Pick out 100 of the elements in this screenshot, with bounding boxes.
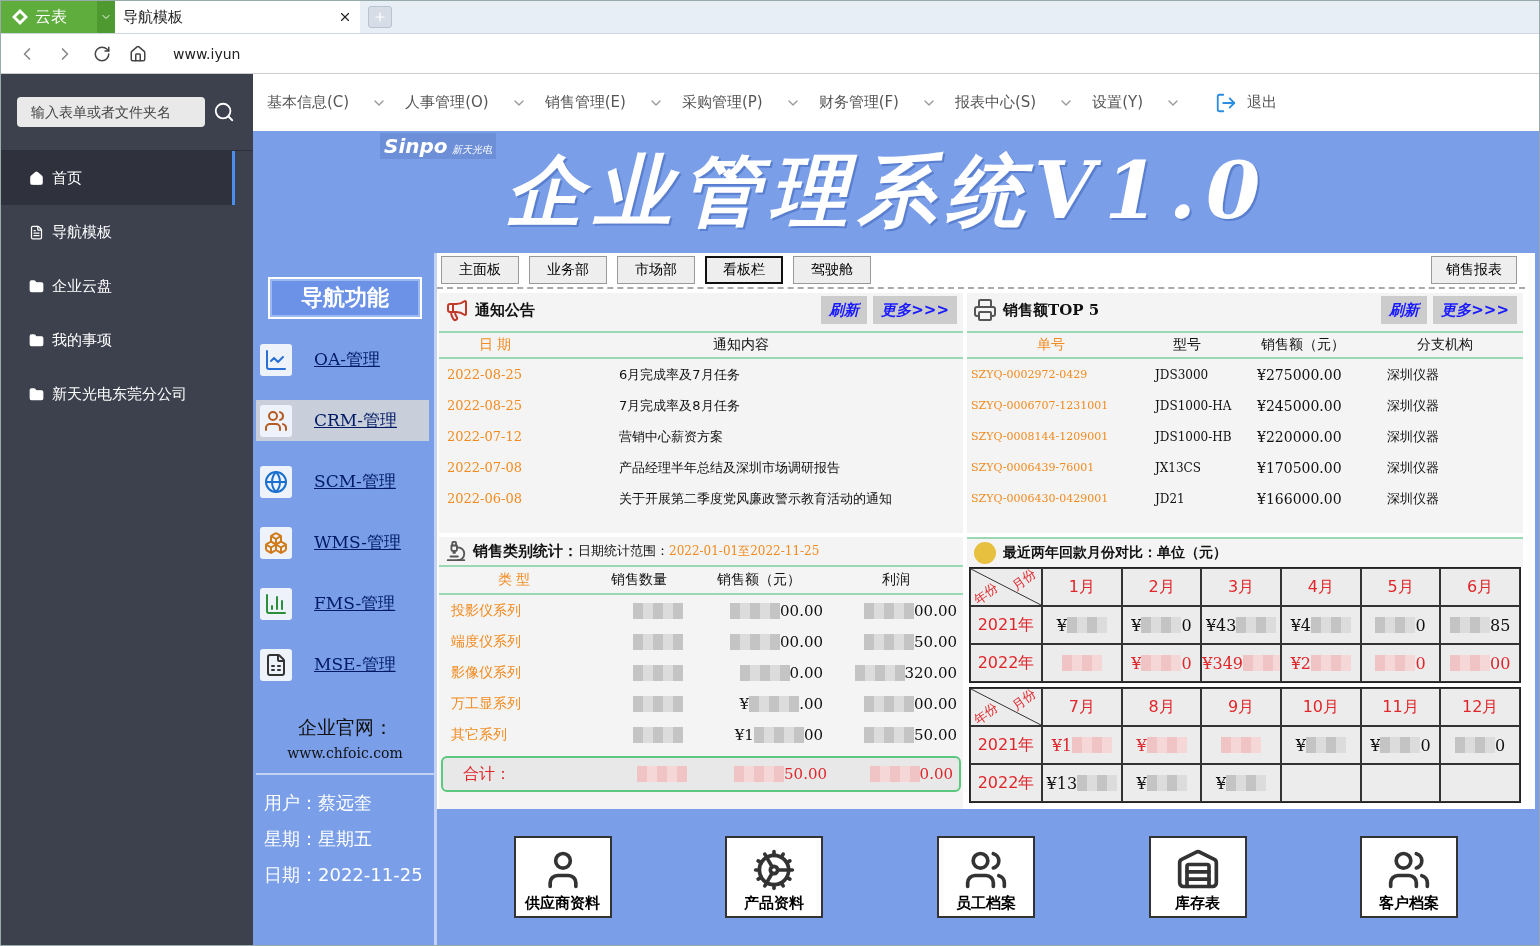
menu-item[interactable]: 财务管理(F) (818, 93, 937, 112)
notice-link[interactable]: 关于开展第二季度党风廉政警示教育活动的通知 (589, 489, 963, 508)
amount-text: 0 (1181, 653, 1192, 673)
notice-link[interactable]: 7月完成率及8月任务 (589, 396, 963, 415)
tab[interactable]: 主面板 (441, 256, 519, 284)
order-number: SZYQ-0006439-76001 (970, 461, 1096, 474)
order-number: SZYQ-0008144-1209001 (970, 430, 1110, 443)
folder-icon (29, 386, 44, 402)
total-label: 合计： (462, 763, 512, 785)
sidebar-item[interactable]: 我的事项 (1, 313, 253, 367)
amount-text: 00.00 (914, 601, 957, 620)
nav-link[interactable]: WMS-管理 (256, 522, 429, 563)
menu-item[interactable]: 基本信息(C) (267, 93, 388, 112)
notice-link[interactable]: 营销中心薪资方案 (589, 427, 963, 446)
column-header: 销售额（元） (716, 571, 802, 589)
amount-text: 85 (1489, 615, 1511, 635)
date-cell-text: 2022-07-12 (446, 429, 523, 444)
shortcut-button[interactable]: 客户档案 (1360, 836, 1459, 918)
corner-year-label: 年份 (970, 699, 1002, 729)
nav-link[interactable]: FMS-管理 (256, 583, 429, 624)
amount-text: 0 (1415, 653, 1426, 673)
amount-text: ¥13 (1046, 773, 1078, 793)
date-cell-text: 2022-08-25 (446, 398, 523, 413)
document-icon (29, 224, 44, 240)
amount-text: ¥ (1295, 735, 1306, 755)
megaphone-icon (445, 298, 469, 322)
amount-text: ¥ (1131, 615, 1142, 635)
amount-text: 0 (1420, 735, 1431, 755)
amount-text: ¥ (1216, 773, 1227, 793)
column-header: 销售额（元） (1260, 336, 1346, 354)
reload-icon[interactable] (93, 44, 111, 63)
category-cell-text: 万工显系列 (450, 694, 522, 713)
menu-item[interactable]: 人事管理(O) (405, 93, 527, 112)
sidebar-item[interactable]: 企业云盘 (1, 259, 253, 313)
nav-link[interactable]: SCM-管理 (256, 461, 429, 502)
people-icon (260, 404, 292, 437)
branch-cell-text: 深圳仪器 (1386, 396, 1440, 415)
amount-text: 00 (803, 725, 823, 744)
tab[interactable]: 市场部 (617, 256, 695, 284)
menu-item[interactable]: 销售管理(E) (544, 93, 664, 112)
sidebar-item[interactable]: 新天光电东莞分公司 (1, 367, 253, 421)
browser-tab[interactable]: 导航模板 (115, 1, 360, 33)
month-header: 11月 (1360, 688, 1441, 726)
panel-title: 最近两年回款月份对比：单位（元） (1003, 544, 1227, 562)
amount-text: ¥ (1131, 653, 1142, 673)
category-cell-text: 其它系列 (450, 725, 508, 744)
nav-link[interactable]: MSE-管理 (256, 644, 429, 685)
category-cell-text: 投影仪系列 (450, 601, 522, 620)
logout-button[interactable]: 退出 (1209, 90, 1284, 115)
document-icon (260, 648, 292, 681)
nav-link[interactable]: CRM-管理 (256, 400, 429, 441)
amount-text: ¥1 (1051, 735, 1072, 755)
column-header: 型号 (1172, 336, 1202, 354)
amount-text: 00.00 (780, 632, 823, 651)
amount-text: ¥2 (1290, 653, 1311, 673)
amount-text: ¥349 (1202, 653, 1244, 673)
amount-text: 00.00 (914, 694, 957, 713)
close-icon[interactable] (338, 10, 352, 24)
shortcut-button[interactable]: 库存表 (1148, 836, 1247, 918)
shortcut-button[interactable]: 产品资料 (725, 836, 824, 918)
nav-link[interactable]: OA-管理 (256, 339, 429, 380)
tab[interactable]: 看板栏 (705, 256, 783, 284)
refresh-button[interactable]: 刷新 (1381, 296, 1428, 324)
tab[interactable]: 驾驶舱 (793, 256, 871, 284)
sidebar-item[interactable]: 导航模板 (1, 205, 253, 259)
branch-cell-text: 深圳仪器 (1386, 427, 1440, 446)
menu-item[interactable]: 采购管理(P) (681, 93, 801, 112)
menu-item[interactable]: 报表中心(S) (955, 93, 1075, 112)
branch-cell-text: 深圳仪器 (1386, 365, 1440, 384)
amount-text: ¥ (1136, 773, 1147, 793)
year-cell: 2021年 (970, 606, 1042, 644)
month-header: 7月 (1042, 688, 1122, 726)
notice-link[interactable]: 6月完成率及7月任务 (589, 365, 963, 384)
report-button[interactable]: 销售报表 (1431, 256, 1517, 284)
sidebar-item[interactable]: 首页 (1, 151, 235, 205)
panel-title: 通知公告 (475, 300, 535, 320)
date-cell-text: 2022-07-08 (446, 460, 523, 475)
panel-title: 销售类别统计： (473, 541, 578, 561)
search-field[interactable]: 输入表单或者文件夹名 (17, 97, 205, 127)
amount-text: ¥ (1370, 735, 1381, 755)
order-number: SZYQ-0002972-0429 (970, 368, 1089, 381)
more-button[interactable]: 更多>>> (1433, 296, 1517, 324)
home-icon[interactable] (129, 44, 147, 63)
more-button[interactable]: 更多>>> (873, 296, 957, 324)
search-icon[interactable] (213, 101, 235, 123)
month-header: 8月 (1121, 688, 1202, 726)
user-info-text: 用户：蔡远奎 (264, 791, 373, 815)
tab[interactable]: 业务部 (529, 256, 607, 284)
column-header: 利润 (881, 571, 911, 589)
range-label: 日期统计范围： (578, 542, 669, 560)
date-cell-text: 2022-08-25 (446, 367, 523, 382)
microscope-icon (445, 540, 467, 562)
shortcut-button[interactable]: 员工档案 (937, 836, 1035, 918)
month-header: 10月 (1281, 688, 1361, 726)
amount-text: ¥4 (1290, 615, 1311, 635)
shortcut-button[interactable]: 供应商资料 (513, 836, 612, 918)
notice-link[interactable]: 产品经理半年总结及深圳市场调研报告 (589, 458, 963, 477)
model-cell-text: JDS3000 (1153, 367, 1210, 382)
refresh-button[interactable]: 刷新 (821, 296, 868, 324)
menu-item[interactable]: 设置(Y) (1092, 93, 1182, 112)
